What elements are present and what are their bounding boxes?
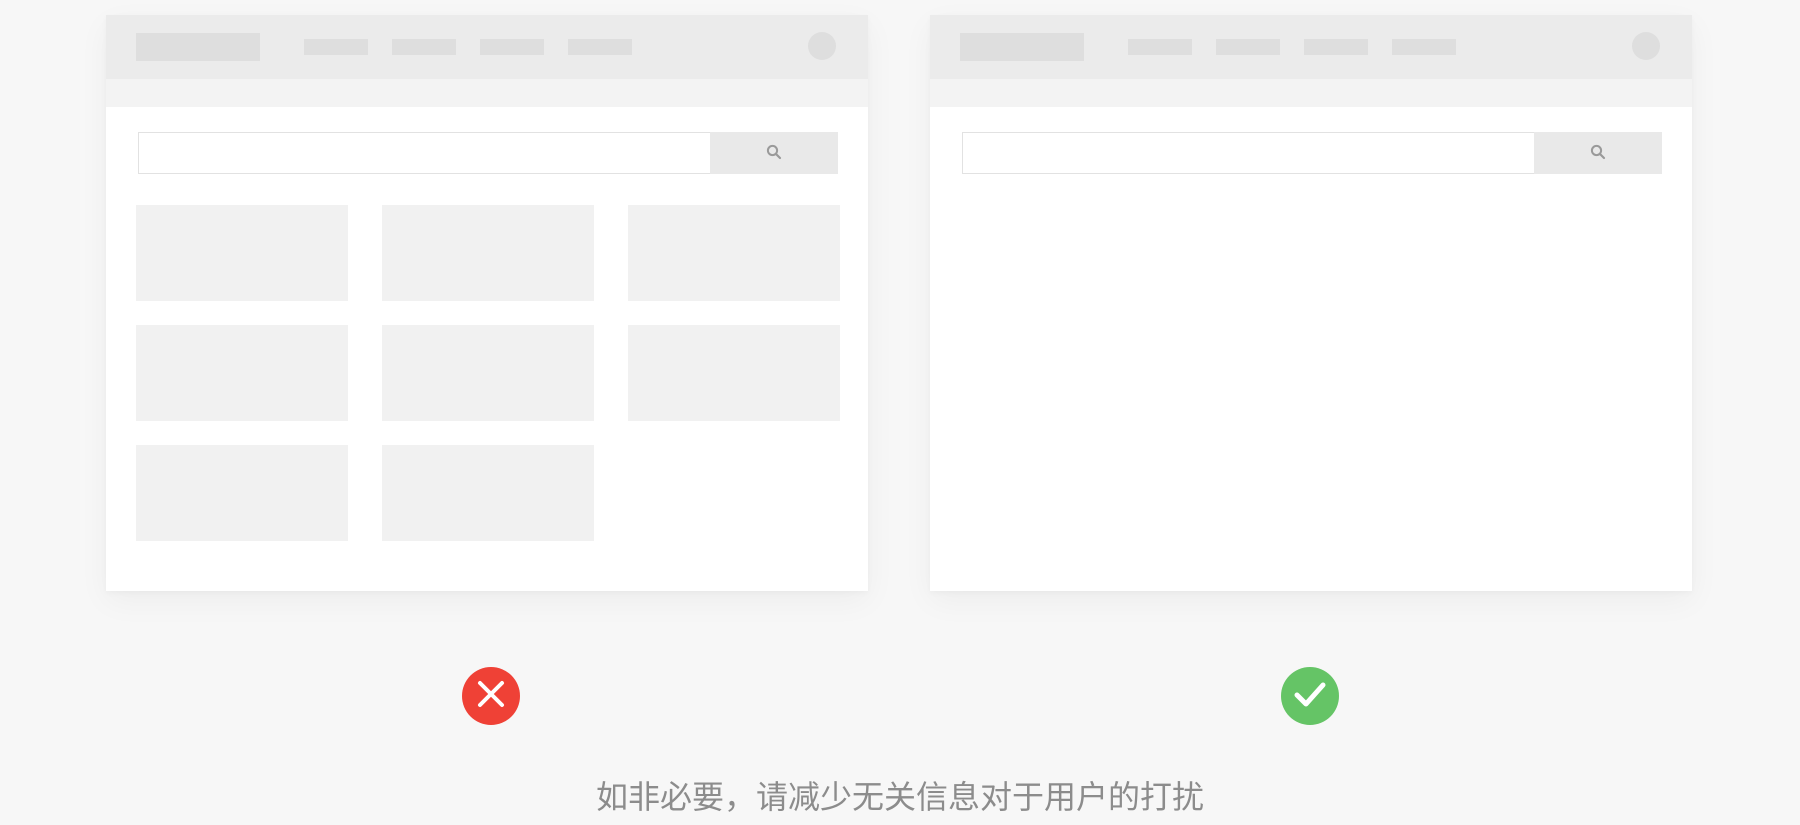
content-card[interactable] <box>136 205 348 301</box>
content-card[interactable] <box>382 445 594 541</box>
logo-placeholder <box>136 33 260 61</box>
content-card[interactable] <box>628 325 840 421</box>
search-input[interactable] <box>138 132 710 174</box>
content-card[interactable] <box>136 325 348 421</box>
nav-item-placeholder[interactable] <box>1216 39 1280 55</box>
mock-subbar <box>106 79 868 107</box>
content-card[interactable] <box>628 205 840 301</box>
content-card[interactable] <box>136 445 348 541</box>
mockup-wrong-example <box>106 15 868 591</box>
mock-subbar <box>930 79 1692 107</box>
avatar[interactable] <box>1632 32 1660 60</box>
nav-item-placeholder[interactable] <box>1128 39 1192 55</box>
nav-item-placeholder[interactable] <box>1304 39 1368 55</box>
nav-item-placeholder[interactable] <box>304 39 368 55</box>
search-icon <box>1590 144 1606 163</box>
mock-header <box>106 15 868 79</box>
mockup-right-example <box>930 15 1692 591</box>
search-input[interactable] <box>962 132 1534 174</box>
content-card[interactable] <box>382 205 594 301</box>
search-button[interactable] <box>710 132 838 174</box>
nav-item-placeholder[interactable] <box>392 39 456 55</box>
wrong-badge <box>462 667 520 725</box>
logo-placeholder <box>960 33 1084 61</box>
check-icon <box>1293 680 1327 712</box>
caption: 如非必要，请减少无关信息对于用户的打扰 <box>595 778 1204 816</box>
cross-icon <box>476 679 506 713</box>
right-badge <box>1281 667 1339 725</box>
nav-item-placeholder[interactable] <box>1392 39 1456 55</box>
nav-item-placeholder[interactable] <box>568 39 632 55</box>
search-icon <box>766 144 782 163</box>
nav-item-placeholder[interactable] <box>480 39 544 55</box>
content-card[interactable] <box>382 325 594 421</box>
avatar[interactable] <box>808 32 836 60</box>
search-button[interactable] <box>1534 132 1662 174</box>
mock-header <box>930 15 1692 79</box>
